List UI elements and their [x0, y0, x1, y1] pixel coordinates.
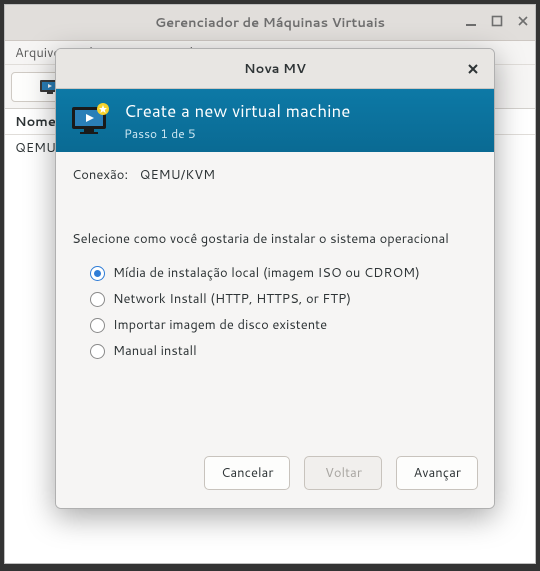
dialog-header: Create a new virtual machine Passo 1 de … [56, 89, 494, 152]
radio-option-local-media[interactable]: Mídia de instalação local (imagem ISO ou… [90, 260, 478, 286]
dialog-step-label: Passo 1 de 5 [124, 125, 350, 142]
radio-icon [90, 318, 105, 333]
connection-value: QEMU/KVM [140, 166, 215, 184]
close-icon[interactable] [517, 14, 529, 32]
radio-option-manual-install[interactable]: Manual install [90, 338, 478, 364]
radio-label: Network Install (HTTP, HTTPS, or FTP) [113, 290, 351, 308]
dialog-header-text: Create a new virtual machine Passo 1 de … [124, 99, 350, 142]
dialog-title: Nova MV [244, 60, 306, 78]
new-vm-icon [70, 103, 112, 139]
main-titlebar: Gerenciador de Máquinas Virtuais [5, 5, 535, 41]
radio-label: Manual install [113, 342, 197, 360]
install-prompt: Selecione como você gostaria de instalar… [72, 230, 478, 248]
dialog-titlebar: Nova MV [56, 49, 494, 89]
new-vm-dialog: Nova MV Create a new virtual machine Pas… [55, 48, 495, 509]
connection-row: Conexão: QEMU/KVM [72, 166, 478, 184]
window-controls [465, 5, 529, 40]
maximize-icon[interactable] [491, 14, 503, 32]
radio-icon [90, 292, 105, 307]
radio-label: Importar imagem de disco existente [113, 316, 327, 334]
radio-icon [90, 266, 105, 281]
forward-button[interactable]: Avançar [396, 456, 478, 490]
radio-option-network-install[interactable]: Network Install (HTTP, HTTPS, or FTP) [90, 286, 478, 312]
column-header-name[interactable]: Nome [15, 113, 56, 131]
back-button: Voltar [304, 456, 382, 490]
dialog-footer: Cancelar Voltar Avançar [56, 442, 494, 508]
dialog-body: Conexão: QEMU/KVM Selecione como você go… [56, 152, 494, 442]
radio-icon [90, 344, 105, 359]
main-window-title: Gerenciador de Máquinas Virtuais [155, 14, 385, 32]
cancel-button[interactable]: Cancelar [204, 456, 290, 490]
dialog-header-title: Create a new virtual machine [124, 99, 350, 123]
radio-option-import-disk[interactable]: Importar imagem de disco existente [90, 312, 478, 338]
minimize-icon[interactable] [465, 14, 477, 32]
connection-label: Conexão: [72, 166, 128, 184]
dialog-close-button[interactable] [462, 58, 484, 80]
install-method-radio-group: Mídia de instalação local (imagem ISO ou… [72, 260, 478, 364]
spacer [72, 364, 478, 434]
radio-label: Mídia de instalação local (imagem ISO ou… [113, 264, 420, 282]
